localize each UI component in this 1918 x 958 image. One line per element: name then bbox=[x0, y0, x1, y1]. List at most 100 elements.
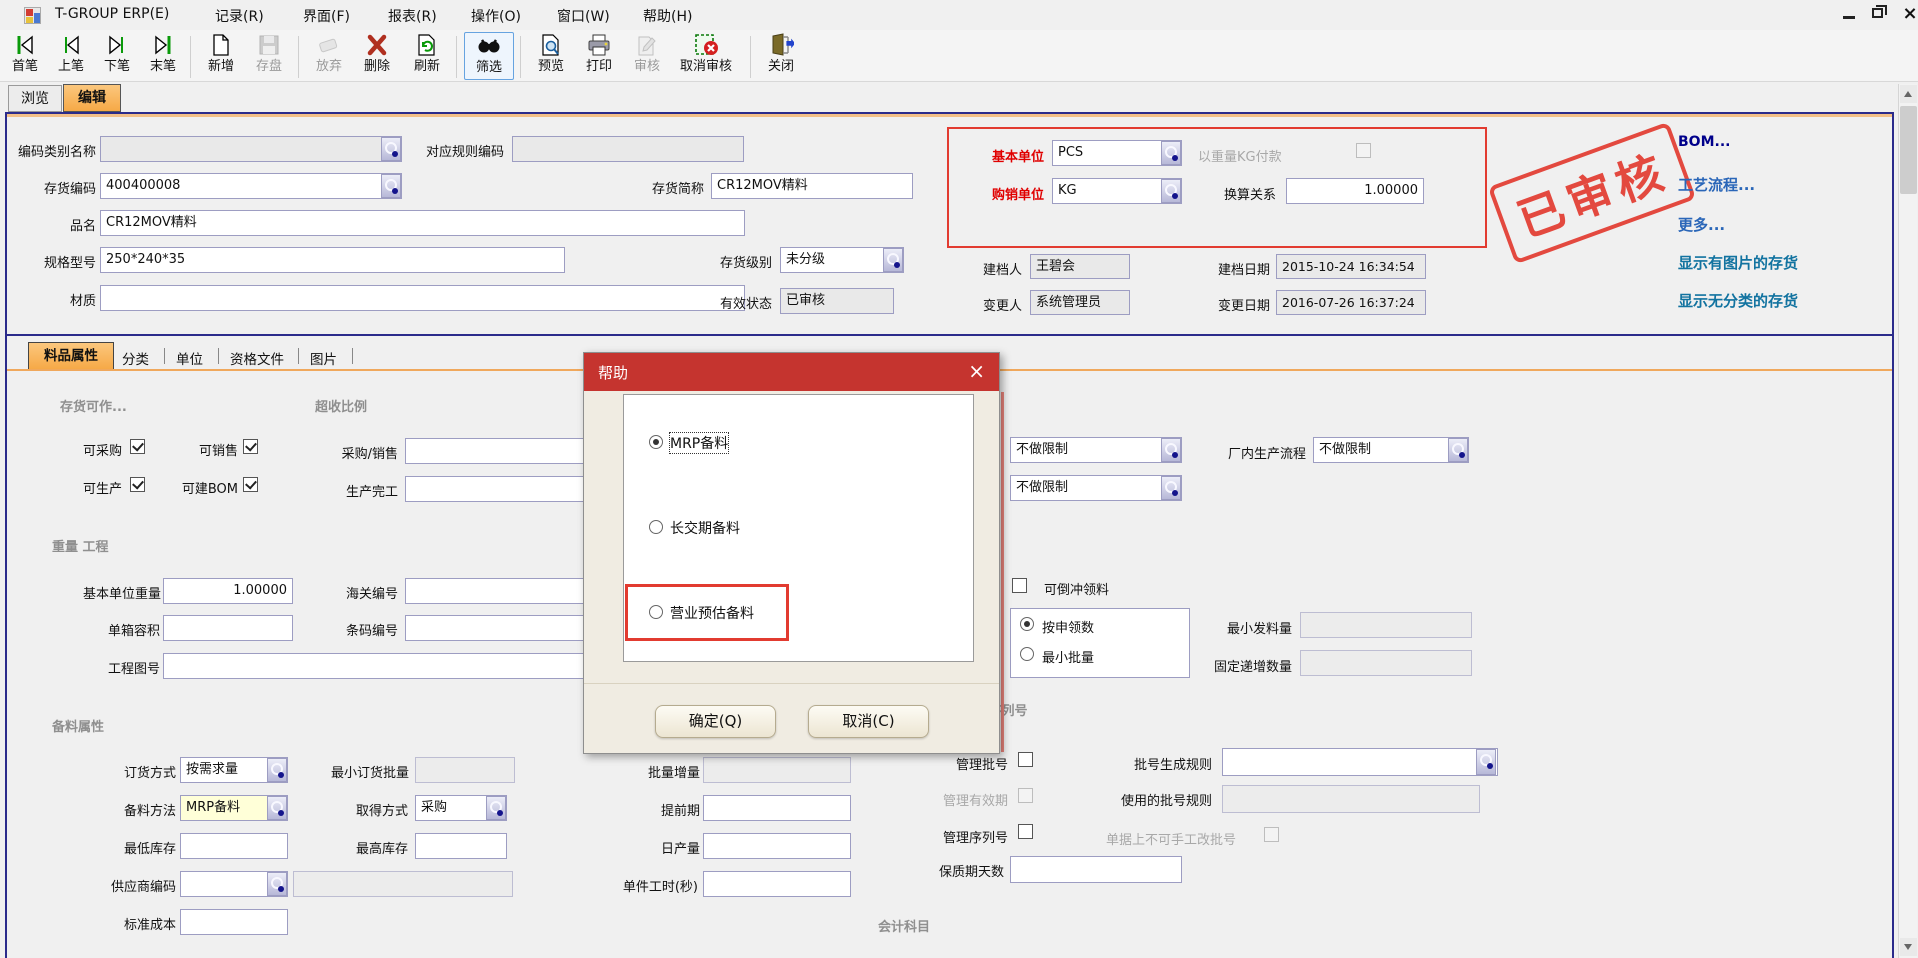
box-volume-field[interactable] bbox=[163, 615, 293, 641]
product-name-field[interactable]: CR12MOV精料 bbox=[100, 210, 745, 236]
link-bom[interactable]: BOM... bbox=[1678, 134, 1730, 150]
base-weight-label: 基本单位重量 bbox=[55, 583, 161, 602]
subtab-image[interactable]: 图片 bbox=[310, 348, 337, 368]
delete-button[interactable]: 删除 bbox=[354, 32, 400, 80]
by-request-radio[interactable] bbox=[1020, 617, 1034, 631]
manage-serial-checkbox[interactable] bbox=[1018, 824, 1033, 839]
subtab-item-properties[interactable]: 料品属性 bbox=[28, 342, 114, 370]
scroll-down-icon[interactable] bbox=[1900, 938, 1917, 956]
scrollbar-thumb[interactable] bbox=[1900, 106, 1917, 194]
conversion-field[interactable]: 1.00000 bbox=[1286, 178, 1424, 204]
supplier-name-field bbox=[293, 871, 513, 897]
inv-code-field[interactable]: 400400008 bbox=[100, 173, 402, 199]
can-produce-checkbox[interactable] bbox=[130, 477, 145, 492]
restrict1-lookup-icon[interactable] bbox=[1161, 438, 1181, 462]
dialog-option-mrp-label[interactable]: MRP备料 bbox=[670, 433, 728, 453]
preview-button[interactable]: 预览 bbox=[528, 32, 574, 80]
spec-field[interactable]: 250*240*35 bbox=[100, 247, 565, 273]
batch-rule-lookup-icon[interactable] bbox=[1476, 749, 1496, 775]
base-unit-lookup-icon[interactable] bbox=[1161, 141, 1181, 165]
menu-report[interactable]: 报表(R) bbox=[388, 6, 437, 26]
min-stock-field[interactable] bbox=[180, 833, 288, 859]
dialog-title-bar[interactable]: 帮助 × bbox=[584, 353, 999, 391]
menu-app[interactable]: T-GROUP ERP(E) bbox=[55, 6, 169, 22]
vertical-scrollbar[interactable] bbox=[1898, 84, 1917, 958]
print-button[interactable]: 打印 bbox=[576, 32, 622, 80]
material-field[interactable] bbox=[100, 285, 745, 311]
tab-edit[interactable]: 编辑 bbox=[63, 84, 121, 112]
unit-hours-field[interactable] bbox=[703, 871, 851, 897]
can-sell-checkbox[interactable] bbox=[243, 439, 258, 454]
daily-output-field[interactable] bbox=[703, 833, 851, 859]
prep-method-label: 备料方法 bbox=[106, 800, 176, 819]
delete-icon bbox=[354, 33, 400, 59]
restrict2-field[interactable]: 不做限制 bbox=[1010, 475, 1182, 501]
status-label: 有效状态 bbox=[702, 293, 772, 312]
batch-rule-field[interactable] bbox=[1222, 748, 1498, 776]
max-stock-field[interactable] bbox=[415, 833, 507, 859]
last-record-button[interactable]: 末笔 bbox=[140, 32, 186, 80]
shelf-life-field[interactable] bbox=[1010, 856, 1182, 883]
modifier-label: 变更人 bbox=[958, 295, 1022, 314]
backflush-checkbox[interactable] bbox=[1012, 578, 1027, 593]
dialog-option-longterm-label[interactable]: 长交期备料 bbox=[670, 518, 740, 538]
cancel-audit-button[interactable]: 取消审核 bbox=[672, 32, 740, 80]
close-window-button[interactable]: × bbox=[1898, 3, 1918, 24]
prev-record-button[interactable]: 上笔 bbox=[48, 32, 94, 80]
menu-record[interactable]: 记录(R) bbox=[215, 6, 264, 26]
dialog-option-longterm-radio[interactable] bbox=[649, 520, 663, 534]
minimize-button[interactable] bbox=[1843, 16, 1855, 19]
link-show-unclassified[interactable]: 显示无分类的存货 bbox=[1678, 290, 1798, 311]
link-show-with-images[interactable]: 显示有图片的存货 bbox=[1678, 252, 1798, 273]
supplier-lookup-icon[interactable] bbox=[267, 872, 287, 896]
close-form-button[interactable]: 关闭 bbox=[758, 32, 804, 80]
menu-interface[interactable]: 界面(F) bbox=[303, 6, 350, 26]
inv-level-lookup-icon[interactable] bbox=[883, 248, 903, 272]
prep-section-header: 备料属性 bbox=[52, 716, 104, 735]
no-manual-batch-label: 单据上不可手工改批号 bbox=[1106, 829, 1258, 848]
code-category-field[interactable] bbox=[100, 136, 402, 162]
subtab-unit[interactable]: 单位 bbox=[176, 348, 203, 368]
filter-button[interactable]: 筛选 bbox=[464, 32, 514, 80]
rule-code-field[interactable] bbox=[512, 136, 744, 162]
tab-browse[interactable]: 浏览 bbox=[8, 85, 62, 112]
subtab-qualification[interactable]: 资格文件 bbox=[230, 348, 284, 368]
dialog-cancel-button[interactable]: 取消(C) bbox=[808, 705, 929, 738]
acquire-lookup-icon[interactable] bbox=[486, 796, 506, 820]
new-button[interactable]: 新增 bbox=[198, 32, 244, 80]
restrict2-lookup-icon[interactable] bbox=[1161, 476, 1181, 500]
min-batch-radio[interactable] bbox=[1020, 647, 1034, 661]
toolbar: 首笔 上笔 下笔 末笔 新增 存盘 放弃 删除 bbox=[0, 30, 1918, 82]
can-purchase-checkbox[interactable] bbox=[130, 439, 145, 454]
menu-help[interactable]: 帮助(H) bbox=[643, 6, 692, 26]
menu-window[interactable]: 窗口(W) bbox=[557, 6, 610, 26]
std-cost-field[interactable] bbox=[180, 909, 288, 935]
dialog-option-mrp-radio[interactable] bbox=[649, 435, 663, 449]
next-record-button[interactable]: 下笔 bbox=[94, 32, 140, 80]
first-record-button[interactable]: 首笔 bbox=[2, 32, 48, 80]
prep-method-lookup-icon[interactable] bbox=[267, 796, 287, 820]
code-category-lookup-icon[interactable] bbox=[381, 137, 401, 161]
refresh-button[interactable]: 刷新 bbox=[404, 32, 450, 80]
can-sell-label: 可销售 bbox=[180, 440, 238, 459]
scroll-up-icon[interactable] bbox=[1900, 85, 1917, 103]
factory-flow-lookup-icon[interactable] bbox=[1448, 438, 1468, 462]
trade-unit-lookup-icon[interactable] bbox=[1161, 179, 1181, 203]
inv-short-field[interactable]: CR12MOV精料 bbox=[711, 173, 913, 199]
subtab-category[interactable]: 分类 bbox=[122, 348, 149, 368]
lead-time-field[interactable] bbox=[703, 795, 851, 821]
dialog-ok-button[interactable]: 确定(Q) bbox=[655, 705, 776, 738]
restrict1-field[interactable]: 不做限制 bbox=[1010, 437, 1182, 463]
link-process-flow[interactable]: 工艺流程... bbox=[1678, 174, 1755, 195]
inv-code-lookup-icon[interactable] bbox=[381, 174, 401, 198]
base-weight-field[interactable]: 1.00000 bbox=[163, 578, 293, 604]
menu-operate[interactable]: 操作(O) bbox=[471, 6, 521, 26]
order-mode-lookup-icon[interactable] bbox=[267, 758, 287, 782]
restore-button[interactable] bbox=[1872, 8, 1883, 18]
dialog-close-icon[interactable]: × bbox=[968, 359, 985, 383]
batch-inc-field bbox=[703, 757, 851, 783]
can-bom-checkbox[interactable] bbox=[243, 477, 258, 492]
factory-flow-field[interactable]: 不做限制 bbox=[1313, 437, 1469, 463]
link-more[interactable]: 更多... bbox=[1678, 214, 1725, 235]
manage-batch-checkbox[interactable] bbox=[1018, 752, 1033, 767]
